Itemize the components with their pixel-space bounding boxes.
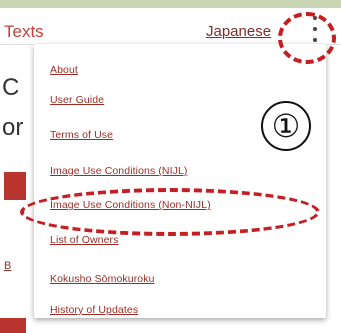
menu-item-image-use-nijl[interactable]: Image Use Conditions (NIJL) [50, 165, 188, 177]
background-red-block [0, 318, 26, 333]
background-text-fragment: C [2, 74, 20, 101]
menu-item-terms-of-use[interactable]: Terms of Use [50, 129, 113, 141]
top-strip [0, 0, 341, 8]
background-red-button [4, 172, 26, 200]
annotation-circle-kebab [278, 12, 336, 64]
annotation-oval-menu-item [20, 188, 320, 236]
overflow-menu: About User Guide Terms of Use Image Use … [34, 44, 326, 318]
menu-item-user-guide[interactable]: User Guide [50, 94, 104, 106]
background-link-fragment: B [4, 260, 12, 272]
menu-item-history-of-updates[interactable]: History of Updates [50, 304, 138, 316]
annotation-step-number: ① [261, 101, 311, 151]
menu-item-list-of-owners[interactable]: List of Owners [50, 234, 119, 246]
language-link[interactable]: Japanese [206, 23, 271, 40]
menu-item-about[interactable]: About [50, 64, 78, 76]
app-title: Texts [4, 22, 44, 41]
menu-item-kokusho-somokuroku[interactable]: Kokusho Sōmokuroku [50, 273, 155, 285]
background-text-fragment: or [2, 114, 24, 141]
